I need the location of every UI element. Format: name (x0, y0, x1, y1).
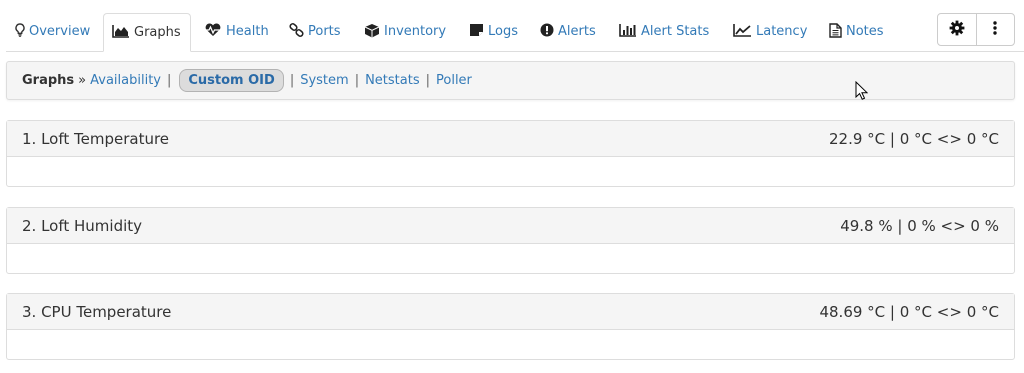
panel-header[interactable]: 2. Loft Humidity 49.8 % | 0 % <> 0 % (7, 208, 1014, 244)
tab-label: Logs (488, 24, 518, 39)
more-options-button[interactable] (975, 14, 1015, 45)
tab-label: Inventory (384, 24, 447, 39)
subnav-separator: | (166, 73, 172, 88)
tab-label: Graphs (134, 25, 181, 40)
tab-label: Alert Stats (641, 24, 710, 39)
file-text-icon (829, 23, 842, 38)
link-icon (289, 23, 304, 37)
custom-oid-panel-loft-humidity: 2. Loft Humidity 49.8 % | 0 % <> 0 % (6, 207, 1015, 274)
custom-oid-panel-cpu-temperature: 3. CPU Temperature 48.69 °C | 0 °C <> 0 … (6, 293, 1015, 360)
tab-overview[interactable]: Overview (15, 13, 90, 51)
line-chart-icon (733, 23, 752, 37)
mouse-cursor-icon (855, 80, 869, 104)
tab-alerts[interactable]: Alerts (540, 13, 596, 51)
tab-label: Health (226, 24, 269, 39)
tab-label: Latency (756, 24, 808, 39)
panel-title: 1. Loft Temperature (22, 129, 170, 148)
subnav-link-poller[interactable]: Poller (436, 73, 472, 88)
tab-label: Overview (29, 24, 91, 39)
tab-label: Alerts (558, 24, 596, 39)
tab-health[interactable]: Health (204, 13, 269, 51)
subnav-link-custom-oid[interactable]: Custom OID (179, 69, 284, 92)
cube-icon (364, 23, 380, 38)
tab-alert-stats[interactable]: Alert Stats (619, 13, 709, 51)
device-actions-button-group (937, 13, 1015, 46)
subnav-link-netstats[interactable]: Netstats (365, 73, 420, 88)
device-tab-bar: Overview Graphs Health Ports Inventory L… (0, 0, 1024, 52)
lightbulb-icon (15, 23, 25, 37)
tab-notes[interactable]: Notes (829, 13, 884, 51)
panel-graph-area (7, 330, 1014, 359)
tab-label: Ports (308, 24, 341, 39)
subnav-link-availability[interactable]: Availability (90, 73, 161, 88)
subnav-separator: | (289, 73, 295, 88)
tab-latency[interactable]: Latency (733, 13, 807, 51)
heartbeat-icon (204, 23, 222, 37)
tab-logs[interactable]: Logs (469, 13, 518, 51)
tab-label: Notes (846, 24, 884, 39)
subnav-separator: | (425, 73, 430, 88)
panel-graph-area (7, 157, 1014, 186)
panel-summary: 49.8 % | 0 % <> 0 % (840, 216, 999, 235)
subnav-title: Graphs (22, 73, 75, 88)
tab-graphs[interactable]: Graphs (103, 13, 191, 52)
panel-title: 2. Loft Humidity (22, 216, 143, 235)
exclamation-circle-icon (540, 23, 554, 37)
area-chart-icon (112, 24, 130, 38)
gear-icon (949, 20, 965, 40)
tab-inventory[interactable]: Inventory (364, 13, 446, 51)
panel-title: 3. CPU Temperature (22, 302, 172, 321)
bar-chart-icon (619, 23, 637, 37)
settings-button[interactable] (938, 14, 976, 45)
panel-summary: 22.9 °C | 0 °C <> 0 °C (829, 129, 999, 148)
subnav-arrow: » (78, 73, 87, 88)
panel-graph-area (7, 244, 1014, 273)
vertical-ellipsis-icon (993, 20, 997, 39)
custom-oid-panel-loft-temperature: 1. Loft Temperature 22.9 °C | 0 °C <> 0 … (6, 120, 1015, 187)
subnav-separator: | (354, 73, 360, 88)
panel-header[interactable]: 1. Loft Temperature 22.9 °C | 0 °C <> 0 … (7, 121, 1014, 157)
sticky-note-icon (469, 23, 484, 37)
panel-header[interactable]: 3. CPU Temperature 48.69 °C | 0 °C <> 0 … (7, 294, 1014, 330)
panel-summary: 48.69 °C | 0 °C <> 0 °C (819, 302, 999, 321)
tab-ports[interactable]: Ports (289, 13, 341, 51)
subnav-link-system[interactable]: System (300, 73, 348, 88)
